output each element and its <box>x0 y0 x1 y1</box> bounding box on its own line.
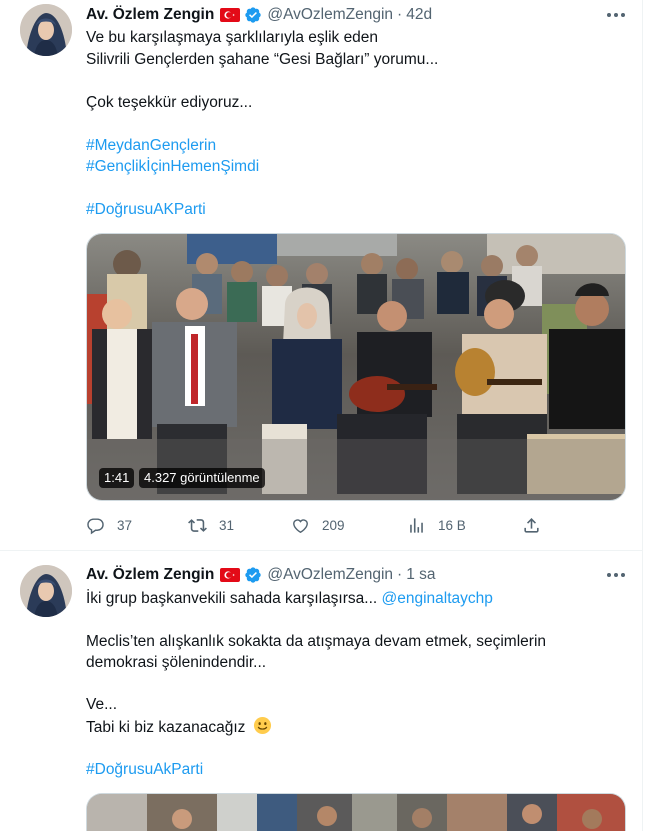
tweet-text-line: Ve bu karşılaşmaya şarklılarıyla eşlik e… <box>86 29 379 46</box>
author-handle[interactable]: @AvOzlemZengin <box>267 6 393 24</box>
tweet-header: Av. Özlem Zengin @AvOzlemZengin · 1 sa <box>86 564 436 586</box>
reply-count: 37 <box>117 517 133 533</box>
tweet-text: İki grup başkanvekili sahada karşılaşırs… <box>86 590 378 607</box>
separator-dot: · <box>397 566 403 583</box>
hashtag-link[interactable]: #MeydanGençlerin <box>86 135 626 156</box>
share-icon <box>524 517 539 533</box>
video-thumbnail <box>87 234 625 500</box>
retweet-button[interactable]: 31 <box>188 513 234 537</box>
tweet-text-line: Tabi ki biz kazanacağız <box>86 716 626 738</box>
tweet-timestamp[interactable]: 1 sa <box>406 566 435 584</box>
more-horizontal-icon[interactable] <box>604 566 628 584</box>
video-thumbnail <box>87 794 625 831</box>
mention-link[interactable]: @enginaltaychp <box>382 590 493 607</box>
analytics-icon <box>410 517 423 533</box>
video-views-badge: 4.327 görüntülenme <box>139 468 265 488</box>
author-handle[interactable]: @AvOzlemZengin <box>267 566 393 584</box>
share-button[interactable] <box>522 513 553 537</box>
retweet-icon <box>188 518 207 532</box>
avatar[interactable] <box>20 4 72 56</box>
hashtag-link[interactable]: #DoğrusuAKParti <box>86 199 626 220</box>
tweet-text: Tabi ki biz kazanacağız <box>86 719 246 736</box>
tweet-timestamp[interactable]: 42d <box>406 6 432 24</box>
reply-button[interactable]: 37 <box>86 513 132 537</box>
verified-badge-icon[interactable] <box>244 566 262 584</box>
like-count: 209 <box>322 517 345 533</box>
separator-dot: · <box>397 6 403 23</box>
author-name[interactable]: Av. Özlem Zengin <box>86 6 214 24</box>
timeline-right-border <box>642 0 643 831</box>
like-button[interactable]: 209 <box>291 513 345 537</box>
verified-badge-icon[interactable] <box>244 6 262 24</box>
video-player[interactable] <box>86 793 626 831</box>
video-player[interactable]: 1:41 4.327 görüntülenme <box>86 233 626 501</box>
turkey-flag-icon <box>220 8 241 22</box>
tweet-text-line: demokrasi şölenindendir... <box>86 654 267 671</box>
tweet[interactable]: Av. Özlem Zengin @AvOzlemZengin · 42d Ve… <box>0 0 642 551</box>
views-count: 16 B <box>438 517 466 533</box>
hashtag-link[interactable]: #DoğrusuAkParti <box>86 759 626 780</box>
author-name[interactable]: Av. Özlem Zengin <box>86 566 214 584</box>
avatar[interactable] <box>20 565 72 617</box>
slightly-smiling-emoji <box>250 716 272 736</box>
tweet-text-line: Ve... <box>86 696 118 713</box>
tweet-action-bar: 37 31 209 16 B <box>86 513 546 537</box>
tweet-header: Av. Özlem Zengin @AvOzlemZengin · 42d <box>86 4 432 26</box>
views-button[interactable]: 16 B <box>407 513 466 537</box>
tweet-text-line: Meclis’ten alışkanlık sokakta da atışmay… <box>86 633 547 650</box>
reply-icon <box>87 517 104 534</box>
video-duration-badge: 1:41 <box>99 468 135 488</box>
tweet-text-line: Çok teşekkür ediyoruz... <box>86 94 253 111</box>
turkey-flag-icon <box>220 568 241 582</box>
tweet-text-line: Silivrili Gençlerden şahane “Gesi Bağlar… <box>86 51 439 68</box>
tweet-text-line: İki grup başkanvekili sahada karşılaşırs… <box>86 588 626 609</box>
retweet-count: 31 <box>219 517 235 533</box>
heart-icon <box>293 518 308 533</box>
tweet[interactable]: Av. Özlem Zengin @AvOzlemZengin · 1 sa İ… <box>0 551 642 831</box>
hashtag-link[interactable]: #GençlikİçinHemenŞimdi <box>86 156 626 177</box>
more-horizontal-icon[interactable] <box>604 6 628 24</box>
